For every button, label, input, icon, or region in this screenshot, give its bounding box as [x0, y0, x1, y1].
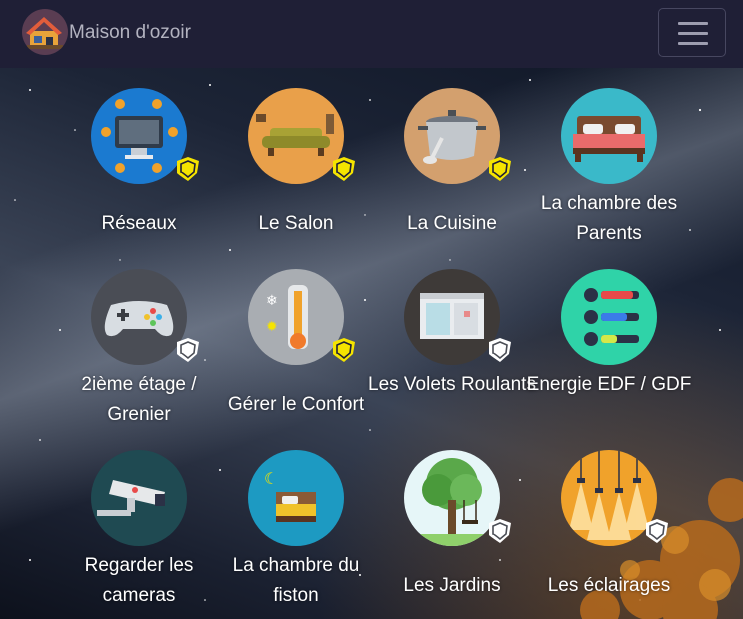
hamburger-bar: [678, 42, 708, 45]
computer-network-icon: [91, 88, 187, 184]
house-icon[interactable]: [22, 9, 68, 55]
room-label: Energie EDF / GDF: [526, 374, 692, 395]
room-label: Les éclairages: [547, 575, 671, 596]
ceiling-lamps-icon: [561, 450, 657, 546]
shield-yellow-icon[interactable]: [175, 156, 201, 182]
room-label: La Cuisine: [407, 213, 497, 234]
cooking-pot-icon: [404, 88, 500, 184]
child-bed-icon: ☾: [248, 450, 344, 546]
shield-white-icon[interactable]: [487, 518, 513, 544]
room-label: Gérer le Confort: [227, 394, 365, 415]
shield-white-icon[interactable]: [175, 337, 201, 363]
room-label: Le Salon: [258, 213, 334, 234]
shield-white-icon[interactable]: [487, 337, 513, 363]
shield-yellow-icon[interactable]: [487, 156, 513, 182]
top-navbar: Maison d'ozoir: [0, 0, 743, 68]
double-bed-icon: [561, 88, 657, 184]
room-label: Les Volets Roulants: [368, 374, 536, 395]
hamburger-menu-icon: [678, 22, 708, 25]
svg-text:✹: ✹: [266, 319, 278, 335]
svg-text:❄: ❄: [266, 293, 278, 309]
room-label: La chambre des Parents: [540, 193, 678, 244]
hamburger-bar: [678, 32, 708, 35]
shield-white-icon[interactable]: [644, 518, 670, 544]
sofa-icon: [248, 88, 344, 184]
tree-icon: [404, 450, 500, 546]
room-label: La chambre du fiston: [232, 555, 360, 606]
shield-yellow-icon[interactable]: [331, 156, 357, 182]
thermometer-icon: ❄ ✹: [248, 269, 344, 365]
room-label: Réseaux: [101, 213, 177, 234]
room-label: 2ième étage / Grenier: [81, 374, 197, 425]
gamepad-icon: [91, 269, 187, 365]
navbar-toggle-button[interactable]: [658, 8, 726, 57]
security-camera-icon: [91, 450, 187, 546]
room-label: Regarder les cameras: [84, 555, 194, 606]
shield-yellow-icon[interactable]: [331, 337, 357, 363]
room-label: Les Jardins: [403, 575, 501, 596]
brand-name[interactable]: Maison d'ozoir: [69, 22, 191, 44]
window-shutter-icon: [404, 269, 500, 365]
energy-gauge-icon: [561, 269, 657, 365]
svg-text:☾: ☾: [264, 469, 278, 488]
